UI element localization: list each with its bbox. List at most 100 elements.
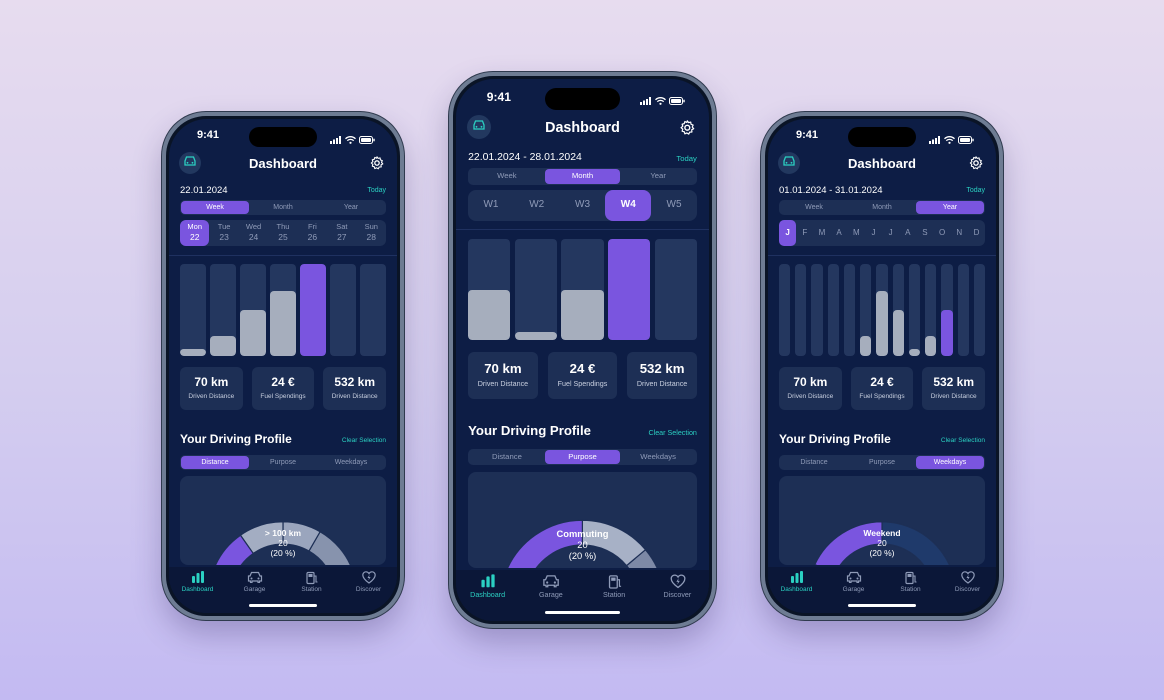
month-10[interactable]: O [934, 220, 951, 246]
bar-4[interactable] [827, 264, 839, 356]
profile-tab-distance[interactable]: Distance [469, 450, 545, 465]
settings-gear-icon[interactable] [370, 156, 384, 175]
month-12[interactable]: D [968, 220, 985, 246]
bar-6[interactable] [860, 264, 872, 356]
bar-8[interactable] [892, 264, 904, 356]
bar-2[interactable] [514, 238, 557, 340]
bar-5[interactable] [843, 264, 856, 356]
profile-tabs: Distance Purpose Weekdays [180, 455, 386, 470]
settings-gear-icon[interactable] [679, 119, 694, 141]
period-tab-year[interactable]: Year [916, 201, 984, 214]
nav-dashboard[interactable]: Dashboard [169, 571, 226, 613]
period-tab-week[interactable]: Week [469, 169, 545, 184]
week-w4[interactable]: W4 [605, 190, 652, 221]
day-wed[interactable]: Wed 24 [239, 220, 268, 246]
page-title: Dashboard [848, 156, 916, 171]
month-2[interactable]: F [796, 220, 813, 246]
week-w2[interactable]: W2 [514, 190, 560, 221]
bar-7[interactable] [876, 264, 888, 356]
profile-tab-weekdays[interactable]: Weekdays [620, 450, 696, 465]
nav-dashboard[interactable]: Dashboard [456, 574, 519, 621]
bar-1[interactable] [468, 238, 511, 340]
today-link[interactable]: Today [676, 154, 697, 163]
stat-value: 24 € [870, 375, 894, 389]
bar-4[interactable] [270, 264, 296, 356]
month-9[interactable]: S [916, 220, 933, 246]
month-4[interactable]: A [831, 220, 848, 246]
period-tab-year[interactable]: Year [620, 169, 696, 184]
nav-discover[interactable]: Discover [340, 571, 397, 613]
profile-tab-weekdays[interactable]: Weekdays [317, 456, 385, 469]
month-selector: JFMAMJJASOND [779, 220, 985, 246]
clear-selection-link[interactable]: Clear Selection [342, 437, 386, 444]
nav-label: Dashboard [470, 591, 506, 600]
today-link[interactable]: Today [367, 187, 386, 194]
month-3[interactable]: M [813, 220, 830, 246]
bar-2[interactable] [210, 264, 236, 356]
today-link[interactable]: Today [966, 187, 985, 194]
profile-tab-distance[interactable]: Distance [181, 456, 249, 469]
profile-tab-purpose[interactable]: Purpose [544, 449, 621, 465]
battery-icon [359, 131, 375, 149]
week-w3[interactable]: W3 [560, 190, 606, 221]
phone-2: 9:41 Dashboard 22.01.2024 - 28.01.2024 Tod… [449, 72, 716, 628]
settings-gear-icon[interactable] [969, 156, 983, 175]
nav-label: Station [900, 586, 921, 593]
month-1[interactable]: J [779, 220, 797, 246]
month-11[interactable]: N [951, 220, 968, 246]
stat-label: Driven Distance [930, 393, 977, 400]
bar-3[interactable] [240, 264, 266, 356]
nav-garage[interactable]: Garage [519, 575, 582, 621]
day-fri[interactable]: Fri 26 [298, 220, 327, 246]
clear-selection-link[interactable]: Clear Selection [941, 437, 985, 444]
day-tue[interactable]: Tue 23 [209, 220, 238, 246]
month-8[interactable]: A [899, 220, 916, 246]
period-tab-year[interactable]: Year [317, 201, 385, 214]
bar-3[interactable] [811, 264, 823, 356]
phone-3: 9:41 Dashboard 01.01.2024 - 31.01.2024 Tod… [761, 112, 1003, 620]
period-tab-month[interactable]: Month [544, 169, 621, 184]
clear-selection-link[interactable]: Clear Selection [648, 429, 696, 437]
day-sat[interactable]: Sat 27 [327, 220, 356, 246]
period-tab-month[interactable]: Month [249, 201, 317, 214]
bar-13[interactable] [973, 264, 986, 356]
period-tab-month[interactable]: Month [848, 201, 916, 214]
bar-2[interactable] [795, 264, 807, 356]
period-tab-week[interactable]: Week [181, 201, 249, 214]
profile-tab-purpose[interactable]: Purpose [249, 456, 317, 469]
date-range: 01.01.2024 - 31.01.2024 [779, 185, 883, 196]
bar-6[interactable] [330, 264, 356, 356]
profile-tab-weekdays[interactable]: Weekdays [916, 456, 984, 469]
day-sun[interactable]: Sun 28 [357, 220, 386, 246]
nav-station[interactable]: Station [583, 575, 646, 621]
month-7[interactable]: J [882, 220, 899, 246]
profile-tab-distance[interactable]: Distance [780, 456, 848, 469]
bar-1[interactable] [779, 264, 791, 356]
bar-chart-icon [768, 571, 825, 585]
week-w1[interactable]: W1 [468, 190, 514, 221]
status-time: 9:41 [197, 129, 220, 141]
nav-dashboard[interactable]: Dashboard [768, 571, 825, 613]
day-mon[interactable]: Mon 22 [180, 220, 210, 246]
phone-1: 9:41 Dashboard 22.01.2024 Today Week Month Ye… [162, 112, 404, 620]
car-icon [516, 574, 586, 591]
month-5[interactable]: M [848, 220, 865, 246]
bar-1[interactable] [180, 264, 206, 356]
bar-11[interactable] [941, 264, 953, 356]
day-thu[interactable]: Thu 25 [268, 220, 297, 246]
bar-7[interactable] [360, 264, 386, 356]
period-tab-week[interactable]: Week [780, 201, 848, 214]
bar-12[interactable] [957, 264, 969, 356]
bar-9[interactable] [908, 264, 921, 356]
bar-10[interactable] [925, 264, 937, 356]
bar-5[interactable] [654, 238, 697, 340]
nav-discover[interactable]: Discover [939, 571, 996, 613]
bar-5[interactable] [300, 264, 326, 356]
bar-4[interactable] [608, 238, 651, 340]
nav-discover[interactable]: Discover [646, 574, 709, 621]
profile-tab-purpose[interactable]: Purpose [848, 456, 916, 469]
stat-card: 70 km Driven Distance [468, 351, 538, 400]
bar-3[interactable] [561, 238, 604, 340]
week-w5[interactable]: W5 [651, 190, 697, 221]
month-6[interactable]: J [865, 220, 882, 246]
